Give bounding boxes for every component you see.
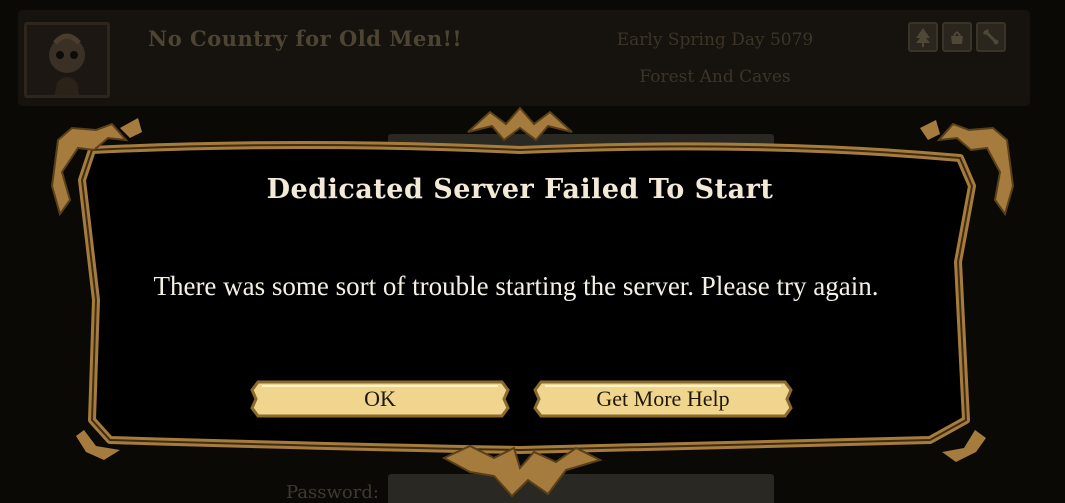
server-header-panel — [18, 10, 1030, 106]
character-portrait — [24, 22, 110, 98]
ok-button-label: OK — [364, 386, 396, 411]
character-portrait-image — [27, 25, 107, 95]
world-type-label: Forest And Caves — [639, 67, 791, 87]
password-label: Password: — [286, 482, 379, 503]
get-more-help-button[interactable]: Get More Help — [531, 378, 795, 420]
tree-icon — [908, 22, 938, 52]
ok-button[interactable]: OK — [248, 378, 512, 420]
get-more-help-label: Get More Help — [596, 386, 730, 411]
password-input — [388, 474, 774, 503]
pot-icon — [942, 22, 972, 52]
dialog-message: There was some sort of trouble starting … — [153, 271, 879, 301]
dialog-title: Dedicated Server Failed To Start — [266, 174, 774, 205]
server-field-background — [388, 134, 774, 168]
server-tags — [908, 22, 1006, 52]
season-day-label: Early Spring Day 5079 — [616, 30, 814, 50]
server-name: No Country for Old Men!! — [148, 26, 463, 51]
wrench-icon — [976, 22, 1006, 52]
